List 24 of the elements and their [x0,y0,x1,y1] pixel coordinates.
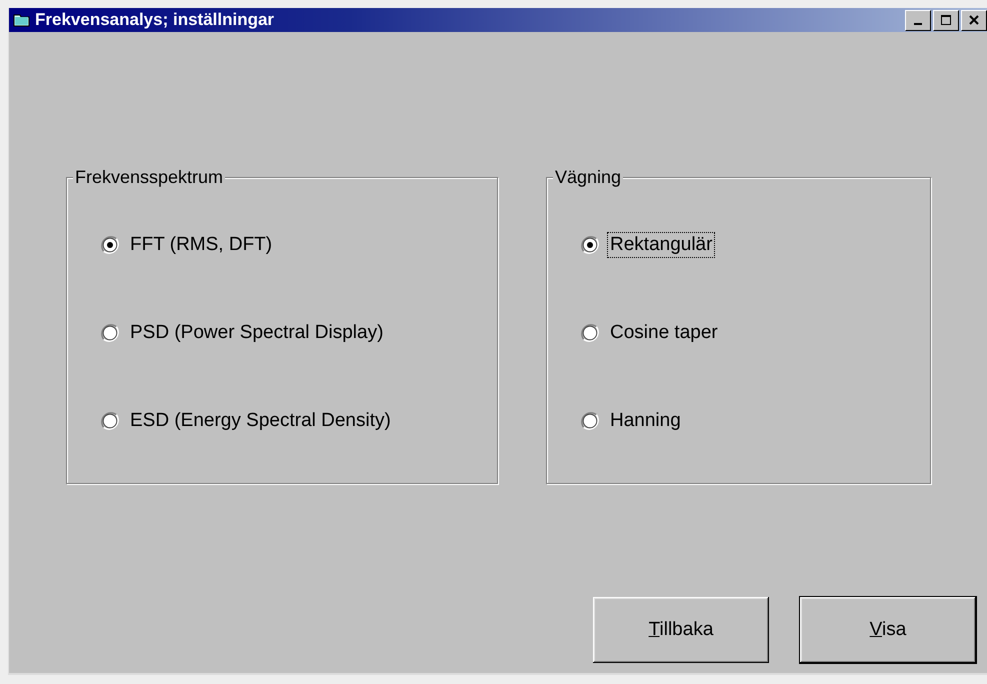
back-button[interactable]: Tillbaka [593,597,769,663]
window-icon [13,12,31,28]
minimize-button[interactable] [905,10,931,30]
maximize-button[interactable] [933,10,959,30]
close-icon [968,14,980,26]
close-button[interactable] [961,10,987,30]
radio-button[interactable] [581,412,599,430]
radio-label[interactable]: Rektangulär [607,232,716,258]
radio-button[interactable] [581,236,599,254]
radio-label[interactable]: PSD (Power Spectral Display) [127,320,386,346]
radio-button[interactable] [101,412,119,430]
radio-label[interactable]: ESD (Energy Spectral Density) [127,408,394,434]
radio-button[interactable] [101,236,119,254]
radio-button[interactable] [581,324,599,342]
radio-label[interactable]: Cosine taper [607,320,721,346]
group-title: Vägning [553,167,624,188]
maximize-icon [940,14,952,26]
show-button[interactable]: Visa [800,597,976,663]
group-title: Frekvensspektrum [73,167,226,188]
window-title: Frekvensanalys; inställningar [35,10,276,30]
radio-label[interactable]: Hanning [607,408,684,434]
minimize-icon [914,23,922,25]
radio-button[interactable] [101,324,119,342]
radio-label[interactable]: FFT (RMS, DFT) [127,232,276,258]
